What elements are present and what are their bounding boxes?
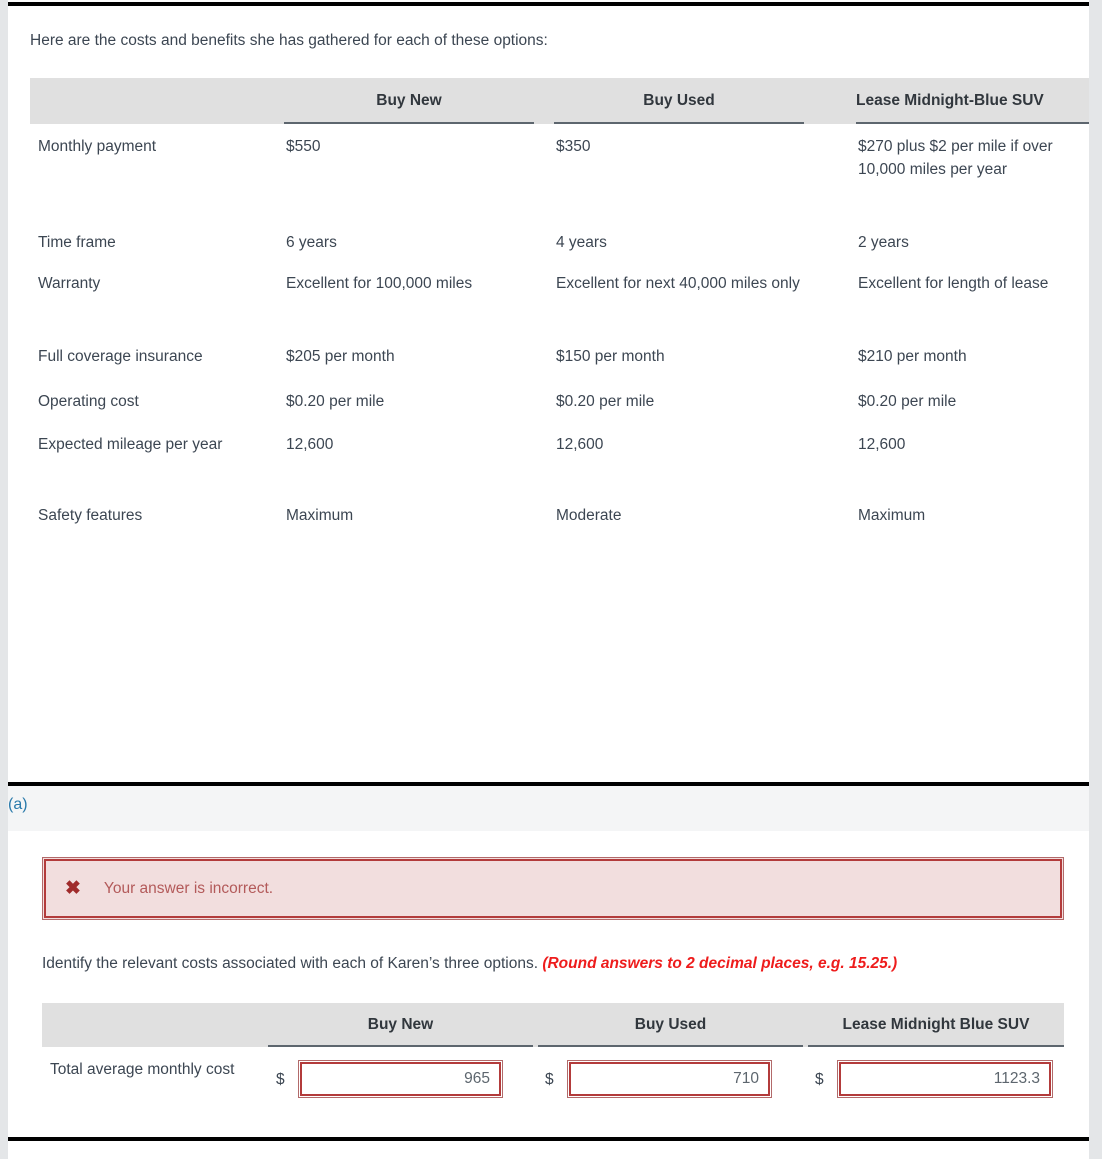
- requirement-text: Identify the relevant costs associated w…: [42, 953, 897, 975]
- lease-total-input-wrapper[interactable]: [837, 1060, 1053, 1098]
- comparison-cell: $210 per month: [858, 348, 967, 365]
- comparison-cell: $0.20 per mile: [556, 393, 655, 410]
- comparison-cell: 12,600: [286, 436, 334, 453]
- comparison-row-label: Expected mileage per year: [38, 436, 223, 453]
- comparison-header-rule-3: [856, 122, 1089, 124]
- comparison-cell: Excellent for next 40,000 miles only: [556, 275, 800, 292]
- comparison-cell: Maximum: [858, 507, 926, 524]
- comparison-row-label: Safety features: [38, 507, 143, 524]
- page-root: Here are the costs and benefits she has …: [0, 0, 1102, 1159]
- comparison-row-label: Full coverage insurance: [38, 348, 203, 365]
- comparison-header-rule-2: [554, 122, 804, 124]
- comparison-cell: Maximum: [286, 507, 354, 524]
- comparison-cell: $350: [556, 138, 591, 155]
- requirement-sentence: Identify the relevant costs associated w…: [42, 955, 538, 972]
- answer-header-buy-used: Buy Used: [634, 1016, 707, 1033]
- comparison-cell: 6 years: [286, 234, 337, 251]
- question-intro-text: Here are the costs and benefits she has …: [30, 32, 548, 49]
- comparison-row-label: Warranty: [38, 275, 101, 292]
- comparison-row-label: Operating cost: [38, 393, 139, 410]
- answer-header-rule-1: [268, 1045, 533, 1047]
- divider-top: [8, 2, 1089, 6]
- alert-content: ✖ Your answer is incorrect.: [43, 858, 1063, 919]
- alert-message: Your answer is incorrect.: [103, 879, 274, 897]
- answer-row-label: Total average monthly cost: [50, 1061, 235, 1078]
- comparison-header-buy-new: Buy New: [376, 92, 442, 109]
- currency-symbol-buy-new: $: [276, 1071, 285, 1088]
- comparison-cell: $0.20 per mile: [286, 393, 385, 410]
- comparison-cell: Excellent for 100,000 miles: [286, 275, 473, 292]
- buy-new-total-input-wrapper[interactable]: [298, 1060, 503, 1098]
- comparison-header-lease: Lease Midnight-Blue SUV: [856, 92, 1044, 109]
- answer-incorrect-alert: ✖ Your answer is incorrect.: [42, 857, 1064, 920]
- currency-symbol-lease: $: [815, 1071, 824, 1088]
- divider-bottom: [8, 1137, 1089, 1141]
- comparison-cell: Moderate: [556, 507, 622, 524]
- comparison-header-buy-used: Buy Used: [643, 92, 715, 109]
- comparison-row-label: Time frame: [38, 234, 116, 251]
- x-mark-icon: ✖: [65, 878, 81, 899]
- comparison-cell: 12,600: [556, 436, 604, 453]
- comparison-cell: 12,600: [858, 436, 906, 453]
- answer-header-lease: Lease Midnight Blue SUV: [842, 1016, 1030, 1033]
- comparison-cell: $205 per month: [286, 348, 395, 365]
- comparison-cell: $270 plus $2 per mile if over 10,000 mil…: [858, 138, 1053, 178]
- content-column: Here are the costs and benefits she has …: [8, 0, 1089, 1159]
- currency-symbol-buy-used: $: [545, 1071, 554, 1088]
- answer-header-rule-3: [808, 1045, 1064, 1047]
- answer-header-buy-new: Buy New: [367, 1016, 434, 1033]
- comparison-cell: $0.20 per mile: [858, 393, 957, 410]
- answer-header-rule-2: [538, 1045, 803, 1047]
- comparison-cell: 4 years: [556, 234, 607, 251]
- buy-used-total-input[interactable]: [568, 1061, 771, 1097]
- part-a-label: (a): [8, 796, 28, 813]
- comparison-row-label: Monthly payment: [38, 138, 157, 155]
- comparison-cell: $550: [286, 138, 321, 155]
- comparison-cell: 2 years: [858, 234, 909, 251]
- buy-new-total-input[interactable]: [299, 1061, 502, 1097]
- comparison-cell: $150 per month: [556, 348, 665, 365]
- comparison-cell: Excellent for length of lease: [858, 275, 1049, 292]
- comparison-header-rule-1: [284, 122, 534, 124]
- rounding-hint: (Round answers to 2 decimal places, e.g.…: [542, 955, 898, 972]
- lease-total-input[interactable]: [838, 1061, 1052, 1097]
- part-a-band: [8, 786, 1089, 831]
- buy-used-total-input-wrapper[interactable]: [567, 1060, 772, 1098]
